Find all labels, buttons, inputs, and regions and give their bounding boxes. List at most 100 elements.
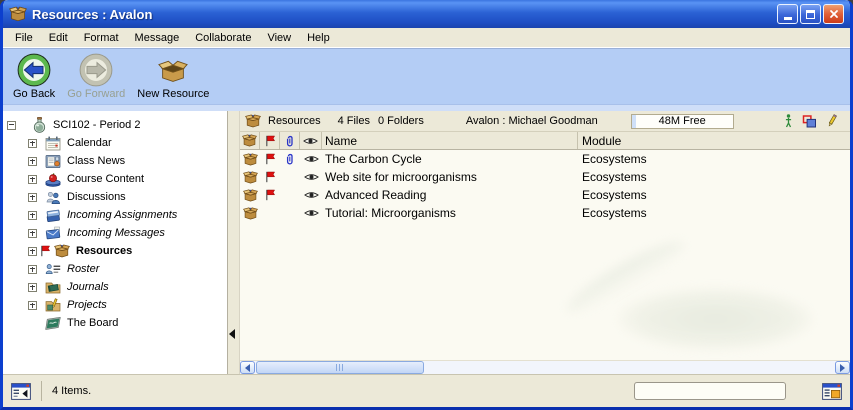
minimize-button[interactable] xyxy=(777,4,798,24)
tree-item-calendar[interactable]: Calendar xyxy=(3,134,227,152)
menu-file[interactable]: File xyxy=(7,30,41,46)
collapse-toggle-icon[interactable] xyxy=(7,121,16,130)
scroll-right-button[interactable] xyxy=(835,361,850,374)
menu-message[interactable]: Message xyxy=(127,30,188,46)
projects-icon xyxy=(45,298,61,313)
resource-row-web-site[interactable]: Web site for microorganisms Ecosystems xyxy=(240,168,850,186)
resource-name: Tutorial: Microorganisms xyxy=(322,206,578,220)
tree-item-class-news[interactable]: Class News xyxy=(3,152,227,170)
resource-row-carbon-cycle[interactable]: The Carbon Cycle Ecosystems xyxy=(240,150,850,168)
expand-toggle-icon[interactable] xyxy=(28,139,37,148)
resource-row-tutorial[interactable]: Tutorial: Microorganisms Ecosystems xyxy=(240,204,850,222)
column-type[interactable] xyxy=(240,132,260,149)
items-count: 4 Items. xyxy=(52,385,91,397)
tree-item-the-board[interactable]: The Board xyxy=(3,314,227,332)
person-icon[interactable] xyxy=(784,114,793,128)
account-label: Avalon : Michael Goodman xyxy=(466,115,598,127)
new-resource-button[interactable]: New Resource xyxy=(133,52,213,101)
close-button[interactable] xyxy=(823,4,844,24)
calendar-icon xyxy=(45,136,61,151)
menu-format[interactable]: Format xyxy=(76,30,127,46)
tree-item-label: Course Content xyxy=(67,173,144,185)
scrollbar-thumb[interactable] xyxy=(256,361,424,374)
menu-help[interactable]: Help xyxy=(299,30,338,46)
new-resource-label: New Resource xyxy=(137,88,209,100)
messages-icon xyxy=(45,226,61,241)
journals-icon xyxy=(45,280,61,295)
panel-splitter[interactable] xyxy=(228,111,240,374)
expand-toggle-icon[interactable] xyxy=(28,247,37,256)
tree-item-label: Incoming Messages xyxy=(67,227,165,239)
status-window-icon[interactable] xyxy=(9,381,33,401)
menu-edit[interactable]: Edit xyxy=(41,30,76,46)
scroll-left-button[interactable] xyxy=(240,361,255,374)
tree-item-label: Discussions xyxy=(67,191,126,203)
menu-view[interactable]: View xyxy=(259,30,299,46)
expand-toggle-icon[interactable] xyxy=(28,157,37,166)
collapse-panel-icon[interactable] xyxy=(229,329,235,339)
tree-item-course-content[interactable]: Course Content xyxy=(3,170,227,188)
background-watermark xyxy=(618,288,813,350)
expand-toggle-icon[interactable] xyxy=(28,265,37,274)
paperclip-icon xyxy=(285,134,295,148)
tree-item-incoming-messages[interactable]: Incoming Messages xyxy=(3,224,227,242)
back-arrow-icon xyxy=(17,53,51,87)
info-bar-actions xyxy=(784,114,850,128)
scrollbar-track[interactable] xyxy=(425,361,835,374)
tree-item-discussions[interactable]: Discussions xyxy=(3,188,227,206)
maximize-button[interactable] xyxy=(800,4,821,24)
app-icon xyxy=(9,5,27,23)
eye-icon xyxy=(304,208,319,218)
expand-toggle-icon[interactable] xyxy=(28,211,37,220)
column-visibility[interactable] xyxy=(300,132,322,149)
panel-title: Resources xyxy=(268,115,321,127)
pencil-icon[interactable] xyxy=(826,114,838,128)
column-module[interactable]: Module xyxy=(578,132,850,149)
resource-row-advanced-reading[interactable]: Advanced Reading Ecosystems xyxy=(240,186,850,204)
tree-item-journals[interactable]: Journals xyxy=(3,278,227,296)
tree-item-roster[interactable]: Roster xyxy=(3,260,227,278)
column-flag[interactable] xyxy=(260,132,280,149)
tree-item-projects[interactable]: Projects xyxy=(3,296,227,314)
column-attachment[interactable] xyxy=(280,132,300,149)
expand-toggle-icon[interactable] xyxy=(28,283,37,292)
tree-item-label: Journals xyxy=(67,281,109,293)
toolbar-strip xyxy=(3,104,850,111)
thumb-grip xyxy=(336,364,345,371)
resource-module: Ecosystems xyxy=(578,170,850,184)
go-back-button[interactable]: Go Back xyxy=(9,52,59,101)
expand-toggle-icon[interactable] xyxy=(28,229,37,238)
eye-icon xyxy=(304,190,319,200)
tree-root-course[interactable]: SCI102 - Period 2 xyxy=(3,116,227,134)
info-bar: Resources 4 Files 0 Folders Avalon : Mic… xyxy=(240,111,850,132)
free-space-gauge: 48M Free xyxy=(631,114,734,129)
title-bar[interactable]: Resources : Avalon xyxy=(3,0,850,28)
course-content-icon xyxy=(45,172,61,187)
status-layout-icon[interactable] xyxy=(820,381,844,401)
expand-toggle-icon[interactable] xyxy=(28,301,37,310)
window-controls xyxy=(777,4,844,24)
go-forward-label: Go Forward xyxy=(67,88,125,100)
tree-item-label: The Board xyxy=(67,317,118,329)
close-icon xyxy=(829,9,839,19)
flask-icon xyxy=(32,117,47,133)
horizontal-scrollbar[interactable] xyxy=(240,360,850,374)
board-icon xyxy=(45,316,61,331)
tree-item-resources[interactable]: Resources xyxy=(3,242,227,260)
expand-toggle-icon[interactable] xyxy=(28,175,37,184)
menu-collaborate[interactable]: Collaborate xyxy=(187,30,259,46)
box-icon xyxy=(243,170,258,185)
eye-icon xyxy=(304,172,319,182)
folders-count: 0 Folders xyxy=(378,115,424,127)
status-message-box xyxy=(634,382,786,400)
paperclip-icon xyxy=(285,152,295,166)
layers-icon[interactable] xyxy=(802,115,817,128)
expand-toggle-icon[interactable] xyxy=(28,193,37,202)
status-bar: 4 Items. xyxy=(3,374,850,407)
column-name[interactable]: Name xyxy=(322,132,578,149)
tree-item-incoming-assignments[interactable]: Incoming Assignments xyxy=(3,206,227,224)
resources-box-icon xyxy=(245,113,261,129)
box-icon xyxy=(243,188,258,203)
resource-module: Ecosystems xyxy=(578,152,850,166)
go-forward-button[interactable]: Go Forward xyxy=(63,52,129,101)
